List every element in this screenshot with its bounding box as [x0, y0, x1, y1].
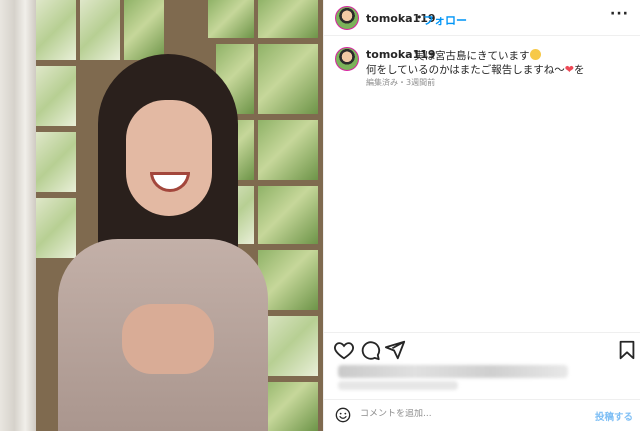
- action-bar: [324, 332, 640, 366]
- grin-emoji-icon: [529, 49, 541, 60]
- follow-button[interactable]: フォロー: [423, 12, 467, 28]
- comment-bar: 投稿する: [324, 399, 640, 431]
- smile-icon[interactable]: [335, 407, 351, 423]
- curtain: [0, 0, 36, 431]
- comment-input[interactable]: [360, 409, 580, 419]
- hands: [122, 304, 214, 374]
- more-options-icon[interactable]: ···: [610, 6, 629, 22]
- person: [58, 54, 268, 431]
- header-separator: •: [416, 11, 423, 24]
- post-header: tomoka119 • フォロー ···: [324, 0, 640, 36]
- post-date-blurred: [338, 381, 458, 390]
- caption-line-2: 何をしているのかはまたご報告しますね〜❤を: [366, 63, 585, 76]
- comment-icon[interactable]: [359, 339, 381, 361]
- caption-meta: 編集済み・3週間前: [366, 78, 436, 87]
- avatar[interactable]: [335, 6, 359, 30]
- edited-label: 編集済み: [366, 78, 398, 87]
- face: [126, 100, 212, 216]
- post-comment-button[interactable]: 投稿する: [595, 409, 633, 423]
- red-heart-emoji-icon: ❤: [564, 63, 574, 76]
- heart-icon[interactable]: [333, 339, 355, 361]
- post-photo[interactable]: [0, 0, 323, 431]
- caption-line-1: 実は宮古島にきています: [414, 48, 541, 63]
- share-icon[interactable]: [384, 339, 406, 361]
- time-ago: 3週間前: [406, 78, 436, 87]
- caption-avatar[interactable]: [335, 47, 359, 71]
- post-side-panel: tomoka119 • フォロー ··· tomoka119 実は宮古島にきてい…: [323, 0, 640, 431]
- bookmark-icon[interactable]: [616, 339, 638, 361]
- likes-summary-blurred: [338, 365, 568, 378]
